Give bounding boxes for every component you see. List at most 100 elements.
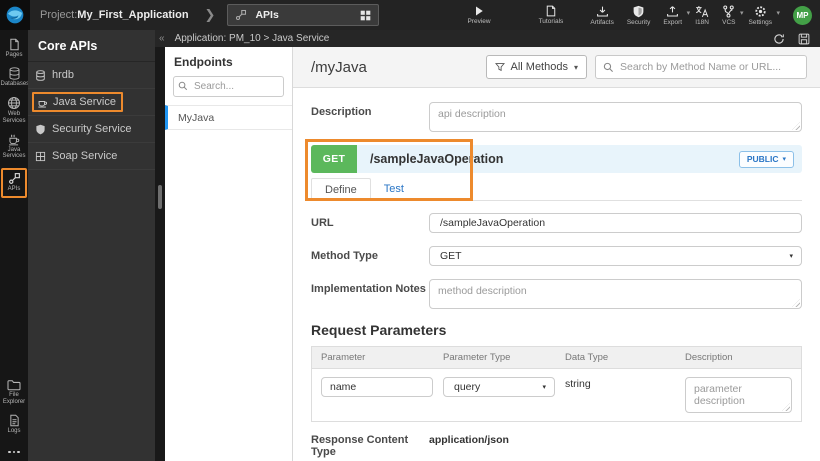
save-icon[interactable] (798, 33, 810, 45)
app-logo[interactable] (0, 0, 30, 30)
export-button[interactable]: ▾ Export (663, 5, 690, 26)
apis-label: APIs (7, 186, 21, 193)
user-avatar[interactable]: MP (793, 5, 812, 25)
col-data-type: Data Type (565, 352, 609, 363)
pages-icon (8, 38, 21, 51)
tutorials-button[interactable]: Tutorials (539, 5, 563, 25)
parameter-data-type: string (565, 378, 591, 390)
tutorials-icon (545, 5, 557, 17)
vcs-button[interactable]: ▾ VCS (722, 4, 744, 26)
rail-item-logs[interactable]: Logs (0, 414, 28, 435)
top-bar: Project:My_First_Application ❯ APIs Prev… (0, 0, 820, 30)
wavemaker-logo-icon (5, 5, 25, 25)
shield-icon (632, 5, 645, 18)
implementation-notes-label: Implementation Notes (311, 283, 426, 295)
preview-button[interactable]: Preview (467, 5, 491, 25)
parameter-description-textarea[interactable] (685, 377, 792, 413)
branch-icon (722, 4, 735, 18)
preview-label: Preview (467, 18, 491, 25)
database-icon (8, 67, 21, 80)
security-label: Security (626, 18, 651, 26)
operation-bar[interactable]: GET /sampleJavaOperation PUBLIC ▾ (311, 145, 802, 173)
caret-down-icon: ▾ (789, 253, 793, 260)
parameter-type-select[interactable]: query ▾ (443, 377, 555, 397)
download-icon (596, 5, 609, 18)
method-type-select[interactable]: GET ▾ (429, 246, 802, 266)
databases-label: Databases (0, 80, 30, 87)
core-apis-item-java-service[interactable]: Java Service (28, 89, 155, 116)
core-apis-item-security-service[interactable]: Security Service (28, 116, 155, 143)
method-search-input[interactable] (620, 61, 799, 73)
implementation-notes-textarea[interactable] (429, 279, 802, 309)
i18n-button[interactable]: I18N (695, 5, 709, 26)
parameter-type-value: query (454, 381, 481, 393)
core-apis-title: Core APIs (28, 30, 155, 62)
more-options-icon[interactable] (8, 450, 20, 453)
globe-icon (7, 96, 21, 110)
project-prefix: Project: (40, 9, 78, 21)
visibility-dropdown[interactable]: PUBLIC ▾ (738, 150, 794, 168)
upload-icon (666, 5, 679, 18)
url-label: URL (311, 217, 334, 229)
security-button[interactable]: Security (627, 5, 650, 26)
endpoint-item-myjava[interactable]: MyJava (165, 105, 292, 130)
endpoints-search (173, 76, 284, 97)
parameter-name-input[interactable] (321, 377, 433, 397)
soap-icon (35, 151, 46, 162)
gear-icon (754, 5, 767, 18)
caret-down-icon: ▾ (739, 9, 744, 17)
left-icon-rail: Pages Databases Web Services Java Servic… (0, 30, 30, 461)
core-apis-panel: Core APIs hrdb Java Service Security Ser… (28, 30, 155, 461)
java-service-label: Java Service (53, 96, 116, 108)
scrollbar-thumb[interactable] (158, 185, 162, 209)
java-service-annotation-box: Java Service (32, 92, 123, 112)
caret-down-icon: ▾ (776, 9, 780, 17)
endpoints-title: Endpoints (174, 55, 233, 69)
coffee-icon (7, 133, 21, 146)
method-type-value: GET (440, 250, 462, 262)
collapse-panel-icon[interactable]: « (159, 33, 165, 44)
api-icon (8, 172, 21, 185)
project-title: Project:My_First_Application (40, 9, 189, 21)
artifacts-button[interactable]: Artifacts (590, 5, 614, 26)
response-content-type-label: Response Content Type (311, 434, 409, 458)
panel-gutter (155, 47, 165, 461)
soap-service-label: Soap Service (52, 150, 118, 162)
grid-icon[interactable] (360, 10, 371, 21)
search-icon (603, 62, 614, 73)
col-parameter-type: Parameter Type (443, 352, 511, 363)
description-label: Description (311, 106, 372, 118)
rail-item-java-services[interactable]: Java Services (0, 133, 28, 161)
rail-item-databases[interactable]: Databases (0, 67, 30, 88)
coffee-icon (37, 97, 48, 108)
apis-workspace-tab[interactable]: APIs (227, 4, 380, 26)
refresh-icon[interactable] (773, 33, 785, 45)
url-input[interactable] (429, 213, 802, 233)
settings-button[interactable]: ▾ Settings (749, 5, 780, 26)
pages-label: Pages (5, 52, 23, 58)
rail-item-apis[interactable]: APIs (1, 168, 27, 199)
web-services-label: Web Services (2, 110, 26, 124)
operation-section: GET /sampleJavaOperation PUBLIC ▾ Define… (305, 139, 802, 201)
tab-test[interactable]: Test (371, 178, 417, 200)
description-textarea[interactable] (429, 102, 802, 132)
rail-item-web-services[interactable]: Web Services (0, 96, 28, 125)
caret-down-icon: ▾ (573, 62, 578, 72)
core-apis-item-soap-service[interactable]: Soap Service (28, 143, 155, 170)
core-apis-item-hrdb[interactable]: hrdb (28, 62, 155, 89)
http-method-badge: GET (311, 145, 357, 173)
caret-down-icon: ▾ (686, 9, 691, 17)
artifacts-label: Artifacts (590, 18, 614, 26)
chevron-right-icon: ❯ (204, 7, 216, 22)
tab-define[interactable]: Define (311, 178, 371, 201)
vcs-label: VCS (722, 18, 736, 26)
methods-filter-label: All Methods (510, 61, 568, 73)
rail-item-pages[interactable]: Pages (0, 38, 28, 59)
request-parameters-title: Request Parameters (311, 322, 447, 338)
endpoints-search-input[interactable] (173, 76, 284, 97)
rail-item-file-explorer[interactable]: File Explorer (0, 379, 28, 406)
api-icon (235, 9, 247, 21)
methods-filter-dropdown[interactable]: All Methods ▾ (485, 55, 587, 79)
main-panel: /myJava All Methods ▾ Search by Method N… (293, 47, 820, 461)
shield-icon (35, 124, 46, 135)
